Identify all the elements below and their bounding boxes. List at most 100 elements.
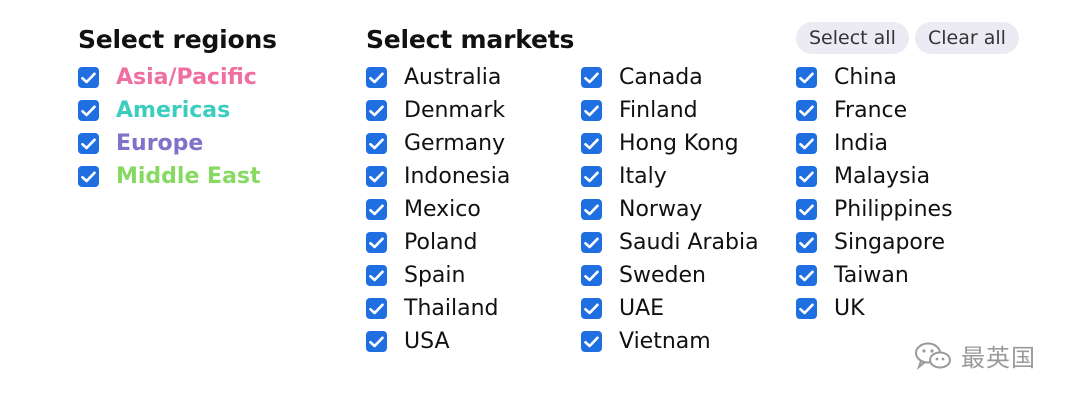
market-hong-kong-label: Hong Kong <box>619 130 739 156</box>
checkmark-icon <box>799 105 814 116</box>
region-asia-pacific-checkbox[interactable] <box>78 67 99 88</box>
markets-column-2: Canada Finland Hong Kong Italy Norway Saudi A… <box>581 61 759 358</box>
checkmark-icon <box>369 138 384 149</box>
market-india-checkbox[interactable] <box>796 133 817 154</box>
market-uae-row[interactable]: UAE <box>581 292 759 325</box>
market-singapore-row[interactable]: Singapore <box>796 226 953 259</box>
market-india-row[interactable]: India <box>796 127 953 160</box>
market-thailand-label: Thailand <box>404 295 499 321</box>
market-indonesia-row[interactable]: Indonesia <box>366 160 510 193</box>
market-hong-kong-checkbox[interactable] <box>581 133 602 154</box>
market-vietnam-row[interactable]: Vietnam <box>581 325 759 358</box>
market-france-checkbox[interactable] <box>796 100 817 121</box>
market-canada-checkbox[interactable] <box>581 67 602 88</box>
market-mexico-label: Mexico <box>404 196 481 222</box>
market-uk-label: UK <box>834 295 865 321</box>
market-philippines-checkbox[interactable] <box>796 199 817 220</box>
market-malaysia-label: Malaysia <box>834 163 931 189</box>
market-saudi-arabia-checkbox[interactable] <box>581 232 602 253</box>
region-europe-row[interactable]: Europe <box>78 127 261 160</box>
market-malaysia-checkbox[interactable] <box>796 166 817 187</box>
market-indonesia-label: Indonesia <box>404 163 511 189</box>
market-france-row[interactable]: France <box>796 94 953 127</box>
checkmark-icon <box>584 303 599 314</box>
checkmark-icon <box>584 138 599 149</box>
checkmark-icon <box>369 237 384 248</box>
regions-title: Select regions <box>78 25 277 54</box>
market-indonesia-checkbox[interactable] <box>366 166 387 187</box>
market-spain-row[interactable]: Spain <box>366 259 510 292</box>
market-china-row[interactable]: China <box>796 61 953 94</box>
market-denmark-checkbox[interactable] <box>366 100 387 121</box>
market-italy-checkbox[interactable] <box>581 166 602 187</box>
market-vietnam-checkbox[interactable] <box>581 331 602 352</box>
markets-title: Select markets <box>366 25 575 54</box>
market-taiwan-checkbox[interactable] <box>796 265 817 286</box>
market-mexico-checkbox[interactable] <box>366 199 387 220</box>
market-usa-row[interactable]: USA <box>366 325 510 358</box>
market-norway-row[interactable]: Norway <box>581 193 759 226</box>
checkmark-icon <box>369 270 384 281</box>
market-finland-row[interactable]: Finland <box>581 94 759 127</box>
market-norway-label: Norway <box>619 196 703 222</box>
market-italy-label: Italy <box>619 163 667 189</box>
region-middle-east-row[interactable]: Middle East <box>78 160 261 193</box>
region-asia-pacific-row[interactable]: Asia/Pacific <box>78 61 261 94</box>
market-hong-kong-row[interactable]: Hong Kong <box>581 127 759 160</box>
market-sweden-row[interactable]: Sweden <box>581 259 759 292</box>
checkmark-icon <box>799 138 814 149</box>
market-philippines-row[interactable]: Philippines <box>796 193 953 226</box>
region-asia-pacific-label: Asia/Pacific <box>116 64 257 90</box>
market-uk-checkbox[interactable] <box>796 298 817 319</box>
market-uk-row[interactable]: UK <box>796 292 953 325</box>
region-middle-east-checkbox[interactable] <box>78 166 99 187</box>
clear-all-button[interactable]: Clear all <box>915 22 1019 54</box>
market-malaysia-row[interactable]: Malaysia <box>796 160 953 193</box>
select-all-button[interactable]: Select all <box>796 22 909 54</box>
market-saudi-arabia-row[interactable]: Saudi Arabia <box>581 226 759 259</box>
market-poland-row[interactable]: Poland <box>366 226 510 259</box>
checkmark-icon <box>799 72 814 83</box>
market-denmark-row[interactable]: Denmark <box>366 94 510 127</box>
market-spain-label: Spain <box>404 262 466 288</box>
checkmark-icon <box>369 303 384 314</box>
checkmark-icon <box>799 171 814 182</box>
market-uae-checkbox[interactable] <box>581 298 602 319</box>
checkmark-icon <box>584 270 599 281</box>
market-taiwan-row[interactable]: Taiwan <box>796 259 953 292</box>
market-poland-label: Poland <box>404 229 478 255</box>
market-singapore-checkbox[interactable] <box>796 232 817 253</box>
market-philippines-label: Philippines <box>834 196 953 222</box>
region-americas-checkbox[interactable] <box>78 100 99 121</box>
markets-column-1: Australia Denmark Germany Indonesia Mexico Po… <box>366 61 510 358</box>
market-spain-checkbox[interactable] <box>366 265 387 286</box>
market-thailand-row[interactable]: Thailand <box>366 292 510 325</box>
market-germany-checkbox[interactable] <box>366 133 387 154</box>
checkmark-icon <box>369 171 384 182</box>
checkmark-icon <box>799 204 814 215</box>
wechat-icon <box>915 342 951 370</box>
market-canada-row[interactable]: Canada <box>581 61 759 94</box>
checkmark-icon <box>584 171 599 182</box>
market-australia-checkbox[interactable] <box>366 67 387 88</box>
checkmark-icon <box>799 303 814 314</box>
checkmark-icon <box>369 204 384 215</box>
market-denmark-label: Denmark <box>404 97 506 123</box>
market-usa-checkbox[interactable] <box>366 331 387 352</box>
region-europe-checkbox[interactable] <box>78 133 99 154</box>
market-mexico-row[interactable]: Mexico <box>366 193 510 226</box>
region-americas-row[interactable]: Americas <box>78 94 261 127</box>
market-poland-checkbox[interactable] <box>366 232 387 253</box>
market-finland-checkbox[interactable] <box>581 100 602 121</box>
region-middle-east-label: Middle East <box>116 163 261 189</box>
market-thailand-checkbox[interactable] <box>366 298 387 319</box>
checkmark-icon <box>81 138 96 149</box>
market-china-checkbox[interactable] <box>796 67 817 88</box>
market-saudi-arabia-label: Saudi Arabia <box>619 229 759 255</box>
market-germany-row[interactable]: Germany <box>366 127 510 160</box>
market-italy-row[interactable]: Italy <box>581 160 759 193</box>
watermark: 最英国 <box>913 338 1036 373</box>
market-sweden-checkbox[interactable] <box>581 265 602 286</box>
market-norway-checkbox[interactable] <box>581 199 602 220</box>
market-australia-row[interactable]: Australia <box>366 61 510 94</box>
